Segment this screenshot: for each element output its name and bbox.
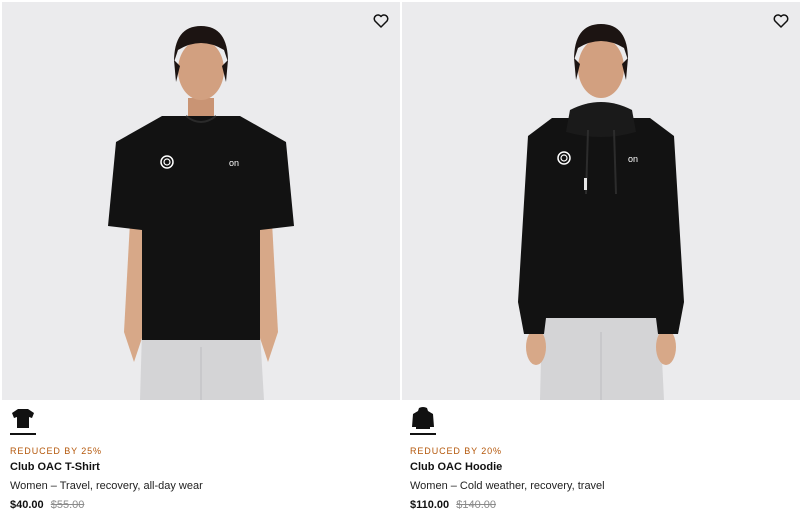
color-swatch[interactable]: [410, 405, 436, 435]
wishlist-heart-icon[interactable]: [372, 12, 390, 30]
original-price: $55.00: [50, 499, 85, 511]
price-row: $110.00 $140.00: [410, 499, 496, 511]
product-card[interactable]: on REDUCED BY 25% Club OAC T-Shirt Women…: [2, 0, 400, 516]
sale-price: $110.00: [410, 499, 450, 511]
product-subtitle: Women – Travel, recovery, all-day wear: [10, 480, 203, 492]
hoodie-thumbnail-icon: [412, 407, 434, 429]
product-image[interactable]: on: [2, 2, 400, 400]
product-subtitle: Women – Cold weather, recovery, travel: [410, 480, 605, 492]
model-tshirt-illustration: on: [108, 26, 294, 400]
product-grid: on REDUCED BY 25% Club OAC T-Shirt Women…: [0, 0, 800, 516]
product-name[interactable]: Club OAC T-Shirt: [10, 461, 100, 473]
product-image[interactable]: on: [402, 2, 800, 400]
svg-text:on: on: [229, 158, 239, 168]
original-price: $140.00: [456, 499, 496, 511]
sale-price: $40.00: [10, 499, 44, 511]
price-row: $40.00 $55.00: [10, 499, 84, 511]
product-name[interactable]: Club OAC Hoodie: [410, 461, 502, 473]
model-hoodie-illustration: on: [518, 24, 684, 400]
discount-badge: REDUCED BY 25%: [10, 446, 102, 456]
wishlist-heart-icon[interactable]: [772, 12, 790, 30]
discount-badge: REDUCED BY 20%: [410, 446, 502, 456]
svg-text:on: on: [628, 154, 638, 164]
product-card[interactable]: on REDUCED BY 20% Club OAC Hoodie Women …: [402, 0, 800, 516]
color-swatch[interactable]: [10, 405, 36, 435]
tshirt-thumbnail-icon: [12, 409, 34, 428]
